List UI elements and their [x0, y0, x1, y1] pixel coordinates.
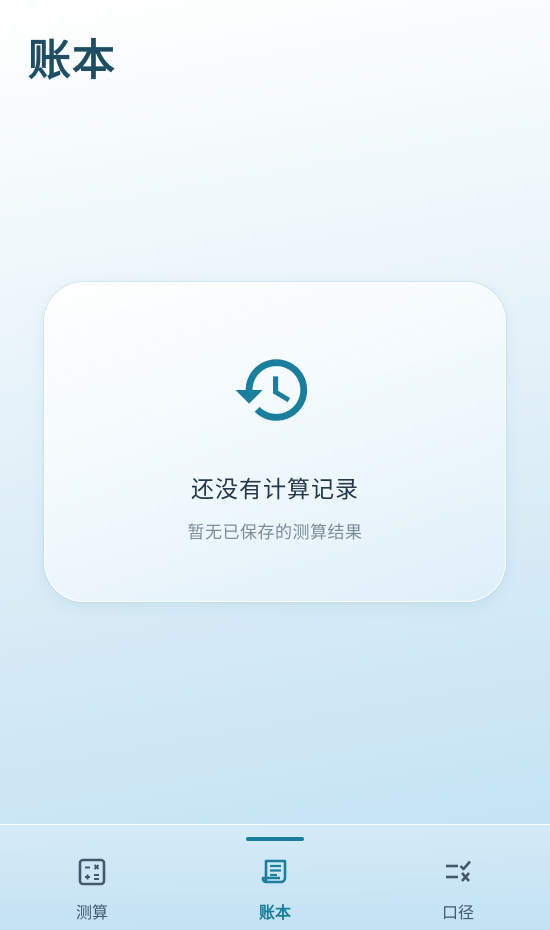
- calculator-icon: [78, 858, 106, 886]
- page-title: 账本: [28, 36, 116, 86]
- tab-calculate[interactable]: 测算: [32, 825, 152, 930]
- tab-ledger[interactable]: 账本: [215, 825, 335, 930]
- tab-calculate-label: 测算: [75, 903, 108, 922]
- active-tab-indicator: [246, 837, 304, 841]
- empty-state-title: 还没有计算记录: [191, 477, 359, 503]
- tab-criteria[interactable]: 口径: [398, 825, 518, 930]
- checklist-icon: [446, 860, 471, 882]
- empty-state-subtitle: 暂无已保存的测算结果: [187, 523, 363, 543]
- history-icon: [235, 359, 308, 421]
- empty-state-card: 还没有计算记录 暂无已保存的测算结果: [44, 282, 506, 602]
- tab-criteria-label: 口径: [441, 903, 474, 922]
- bottom-tab-bar: 测算 账本 口径: [0, 824, 550, 930]
- ledger-icon: [261, 859, 287, 884]
- tab-ledger-label: 账本: [258, 903, 291, 922]
